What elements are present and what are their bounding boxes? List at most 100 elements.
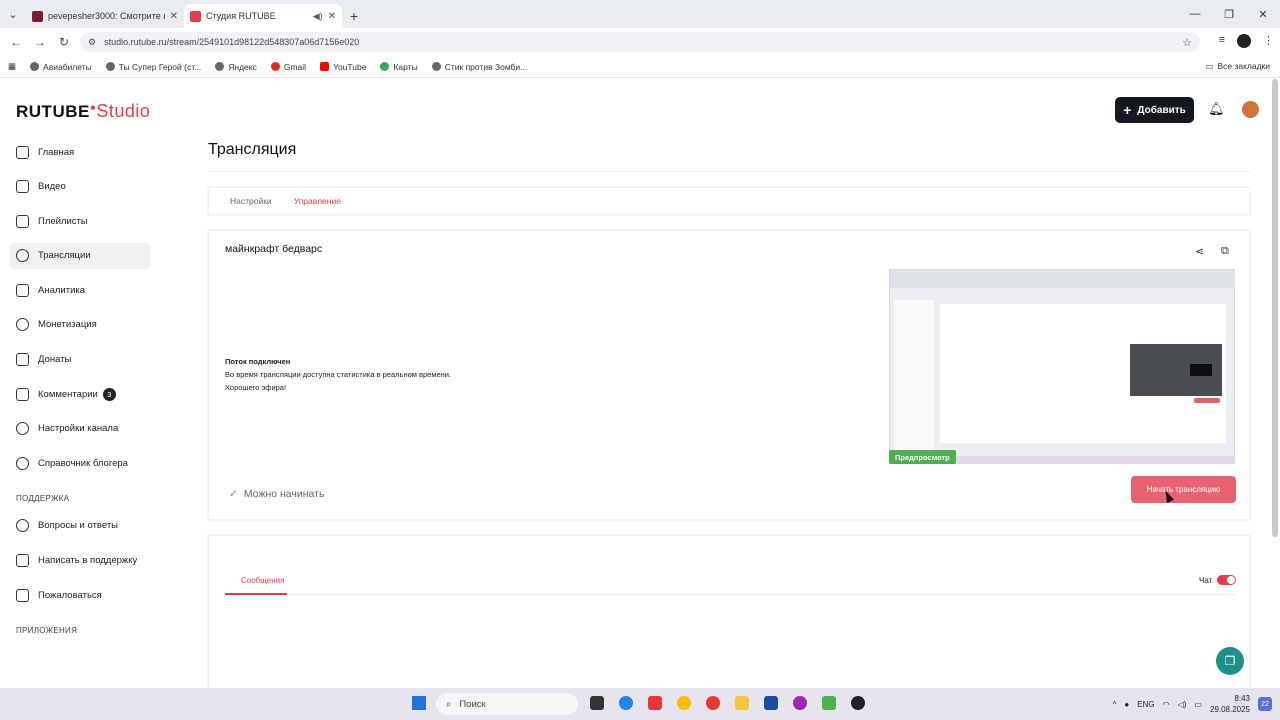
- browser-tab-2[interactable]: Студия RUTUBE ◀) ✕: [184, 4, 342, 28]
- sidebar-item-video[interactable]: Видео: [10, 174, 150, 200]
- volume-icon[interactable]: ◁): [1178, 700, 1187, 709]
- bookmark-item[interactable]: YouTube: [320, 62, 366, 72]
- external-link-icon[interactable]: ⧉: [1221, 245, 1233, 257]
- reload-icon[interactable]: ↻: [52, 35, 76, 49]
- chat-icon: ❐: [1224, 654, 1236, 668]
- browser-tab-bar: ⌄ pevepesher3000: Смотрите ви... ✕ Студи…: [0, 0, 1280, 28]
- yandex-browser-icon[interactable]: [648, 696, 662, 710]
- close-tab-icon[interactable]: ✕: [328, 11, 336, 22]
- reading-list-icon[interactable]: ≡: [1219, 34, 1225, 48]
- sidebar-item-handbook[interactable]: Справочник блогера: [10, 450, 150, 476]
- share-icon[interactable]: ⋖: [1195, 245, 1207, 258]
- chevron-up-icon[interactable]: ^: [1113, 700, 1117, 709]
- tab-list-icon[interactable]: ⌄: [0, 0, 26, 28]
- browser-tab-1[interactable]: pevepesher3000: Смотрите ви... ✕: [26, 4, 184, 28]
- lang-indicator[interactable]: ENG: [1137, 700, 1154, 709]
- bookmark-item[interactable]: Яндекс: [215, 62, 257, 72]
- sidebar-item-write-support[interactable]: Написать в поддержку: [10, 548, 150, 574]
- all-bookmarks[interactable]: ▭ Все закладки: [1205, 61, 1270, 72]
- tab-messages[interactable]: Сообщения: [241, 576, 284, 585]
- taskbar-apps: [590, 696, 865, 710]
- tray-app-icon[interactable]: ●: [1124, 700, 1129, 709]
- notification-badge[interactable]: 22: [1258, 697, 1272, 711]
- battery-icon[interactable]: ▭: [1194, 700, 1202, 709]
- wifi-icon[interactable]: ◠: [1163, 700, 1170, 709]
- monetization-icon: [16, 318, 29, 332]
- task-view-icon[interactable]: [590, 696, 604, 710]
- status-line: Хорошего эфира!: [225, 383, 287, 392]
- minecraft-icon[interactable]: [822, 696, 836, 710]
- taskbar-search[interactable]: ⌕ Поиск: [436, 693, 578, 715]
- chat-card: Сообщения Чат: [208, 535, 1250, 695]
- sidebar-item-monetization[interactable]: Монетизация: [10, 312, 150, 338]
- bookmark-item[interactable]: Карты: [380, 62, 418, 72]
- apps-grid-icon[interactable]: ▦: [8, 61, 16, 72]
- bookmark-star-icon[interactable]: ☆: [1182, 36, 1192, 49]
- bookmark-item[interactable]: Авиабилеты: [30, 62, 92, 72]
- comments-icon: [16, 387, 29, 401]
- youtube-icon: [320, 62, 330, 71]
- settings-icon: [16, 422, 29, 436]
- file-explorer-icon[interactable]: [735, 696, 749, 710]
- edge-icon[interactable]: [619, 696, 633, 710]
- scrollbar[interactable]: [1272, 79, 1278, 537]
- windows-start-icon[interactable]: [412, 696, 426, 710]
- preview-browser-bar: [890, 270, 1234, 288]
- sidebar-item-donations[interactable]: Донаты: [10, 347, 150, 373]
- check-icon: ✓: [229, 488, 238, 500]
- store-icon[interactable]: [764, 696, 778, 710]
- window-controls: — ❐ ✕: [1178, 0, 1280, 28]
- avatar[interactable]: [1242, 101, 1259, 118]
- clock[interactable]: 8:43 29.08.2025: [1210, 693, 1250, 715]
- sidebar-item-report[interactable]: Пожаловаться: [10, 582, 150, 608]
- url-text: studio.rutube.ru/stream/2549101d98122d54…: [104, 37, 360, 47]
- handbook-icon: [16, 456, 29, 470]
- tab-control[interactable]: Управление: [294, 196, 341, 206]
- ready-status: ✓ Можно начинать: [229, 488, 324, 500]
- sidebar-item-faq[interactable]: Вопросы и ответы: [10, 513, 150, 539]
- preview-label: Предпросмотр: [889, 450, 956, 464]
- restore-icon[interactable]: ❐: [1212, 0, 1246, 28]
- taskbar: ⌕ Поиск ^ ● ENG ◠ ◁) ▭ 8:43 29.08.2025 2…: [0, 688, 1280, 720]
- sidebar-item-comments[interactable]: Комментарии 3: [10, 381, 150, 407]
- stream-preview[interactable]: [889, 269, 1235, 464]
- close-tab-icon[interactable]: ✕: [170, 11, 178, 22]
- preview-sidebar: [894, 300, 934, 450]
- site-info-icon[interactable]: ⚙: [88, 37, 96, 48]
- support-section-label: ПОДДЕРЖКА: [16, 493, 70, 503]
- sidebar-item-broadcasts[interactable]: Трансляции: [10, 242, 150, 269]
- menu-icon[interactable]: ⋮: [1263, 34, 1274, 48]
- new-tab-button[interactable]: +: [342, 4, 366, 28]
- comments-count-badge: 3: [102, 387, 116, 401]
- tab-title: pevepesher3000: Смотрите ви...: [48, 11, 165, 21]
- back-icon[interactable]: ←: [4, 35, 28, 49]
- minimize-icon[interactable]: —: [1178, 0, 1212, 28]
- chat-toggle[interactable]: [1217, 575, 1236, 585]
- bookmark-item[interactable]: Ты Супер Герой (ст...: [105, 62, 201, 72]
- start-stream-button[interactable]: Начать трансляцию: [1131, 476, 1236, 503]
- status-line: Во время трансляции доступна статистика …: [225, 370, 452, 379]
- chrome-icon[interactable]: [677, 696, 691, 710]
- audio-icon[interactable]: ◀): [313, 11, 323, 22]
- add-button[interactable]: + Добавить: [1115, 97, 1194, 123]
- app-icon[interactable]: [793, 696, 807, 710]
- maps-icon: [380, 62, 390, 71]
- url-field[interactable]: ⚙ studio.rutube.ru/stream/2549101d98122d…: [80, 32, 1200, 52]
- profile-avatar[interactable]: [1237, 34, 1251, 48]
- sidebar-item-home[interactable]: Главная: [10, 139, 150, 165]
- yandex-icon[interactable]: [706, 696, 720, 710]
- tab-settings[interactable]: Настройки: [230, 196, 272, 206]
- sidebar-item-analytics[interactable]: Аналитика: [10, 277, 150, 303]
- preview-video: [1130, 344, 1222, 396]
- bell-icon[interactable]: 🔔︎: [1208, 101, 1225, 117]
- forward-icon[interactable]: →: [28, 35, 52, 49]
- close-window-icon[interactable]: ✕: [1246, 0, 1280, 28]
- help-chat-button[interactable]: ❐: [1216, 647, 1244, 675]
- sidebar-item-channel-settings[interactable]: Настройки канала: [10, 416, 150, 442]
- sidebar-item-playlists[interactable]: Плейлисты: [10, 208, 150, 234]
- bookmark-item[interactable]: Стик против Зомби...: [431, 62, 527, 72]
- obs-icon[interactable]: [851, 696, 865, 710]
- rutube-studio-logo[interactable]: RUTUBE●Studio: [16, 101, 150, 122]
- bookmark-item[interactable]: Gmail: [270, 62, 306, 72]
- preview-button: [1194, 398, 1220, 403]
